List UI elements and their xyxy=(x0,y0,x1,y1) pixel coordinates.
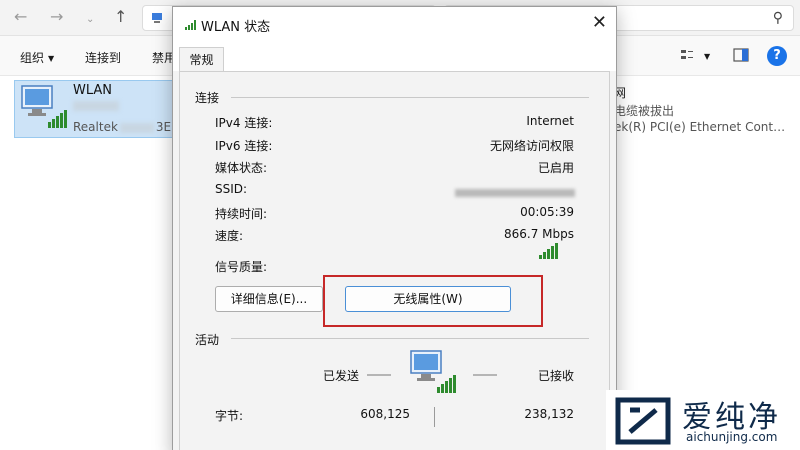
bytes-label: 字节: xyxy=(215,409,244,423)
blurred-network-name xyxy=(73,101,119,111)
sent-bytes-value: 608,125 xyxy=(360,407,410,421)
chevron-down-icon[interactable]: ⌄ xyxy=(86,11,94,29)
received-bytes-value: 238,132 xyxy=(524,407,574,421)
organize-menu[interactable]: 组织 ▼ xyxy=(20,49,54,66)
speed-value: 866.7 Mbps xyxy=(503,227,574,241)
tab-bar: 常规 xyxy=(173,41,616,73)
ipv4-value: Internet xyxy=(526,114,574,128)
blurred-device-model xyxy=(120,123,154,133)
sent-label: 已发送 xyxy=(323,369,360,383)
received-dash xyxy=(473,374,497,376)
watermark-logo-icon xyxy=(615,397,671,445)
back-arrow-icon[interactable]: ← xyxy=(14,8,27,26)
connection-section-label: 连接 xyxy=(195,91,220,105)
search-icon[interactable]: ⚲ xyxy=(773,10,783,26)
help-icon[interactable]: ? xyxy=(767,46,787,66)
tab-general[interactable]: 常规 xyxy=(179,47,224,73)
dialog-title-bar[interactable]: WLAN 状态 ✕ xyxy=(173,7,616,41)
connection-divider xyxy=(231,97,589,98)
sent-dash xyxy=(367,374,391,376)
activity-divider xyxy=(231,338,589,339)
duration-value: 00:05:39 xyxy=(520,205,574,219)
close-icon[interactable]: ✕ xyxy=(592,13,607,33)
highlight-box xyxy=(323,275,543,327)
view-caret-icon[interactable]: ▼ xyxy=(704,52,710,61)
signal-quality-label: 信号质量: xyxy=(215,260,268,274)
media-state-value: 已启用 xyxy=(537,161,574,175)
view-options-icon[interactable] xyxy=(680,48,694,62)
activity-section-label: 活动 xyxy=(195,333,220,347)
speed-label: 速度: xyxy=(215,229,244,243)
network-activity-icon xyxy=(410,350,456,393)
ethernet-adapter-device: ek(R) PCI(e) Ethernet Cont… xyxy=(614,120,786,134)
caret-down-icon: ▼ xyxy=(48,54,55,63)
media-state-label: 媒体状态: xyxy=(215,161,268,175)
signal-title-icon xyxy=(185,20,196,30)
wlan-adapter-icon xyxy=(21,85,67,128)
ethernet-adapter-status: 电缆被拔出 xyxy=(614,104,675,118)
received-label: 已接收 xyxy=(537,369,574,383)
watermark: 爱纯净 aichunjing.com xyxy=(606,390,800,450)
ssid-value-blurred xyxy=(455,189,575,197)
forward-arrow-icon[interactable]: → xyxy=(50,8,63,26)
up-arrow-icon[interactable]: ↑ xyxy=(114,8,127,26)
signal-quality-icon xyxy=(539,243,558,259)
duration-label: 持续时间: xyxy=(215,207,268,221)
watermark-url: aichunjing.com xyxy=(686,430,778,444)
adapter-name: WLAN xyxy=(73,83,113,98)
bytes-separator xyxy=(434,407,435,427)
ipv4-label: IPv4 连接: xyxy=(215,116,273,130)
details-button[interactable]: 详细信息(E)... xyxy=(215,286,323,312)
dialog-title: WLAN 状态 xyxy=(201,20,271,35)
ipv6-label: IPv6 连接: xyxy=(215,139,273,153)
ssid-label: SSID: xyxy=(215,182,248,196)
network-folder-icon xyxy=(152,13,162,23)
ipv6-value: 无网络访问权限 xyxy=(489,139,574,153)
connect-to-button[interactable]: 连接到 xyxy=(85,49,121,66)
preview-pane-icon[interactable] xyxy=(733,48,749,62)
wlan-status-dialog: WLAN 状态 ✕ 常规 连接 IPv4 连接: Internet IPv6 连… xyxy=(172,6,617,450)
